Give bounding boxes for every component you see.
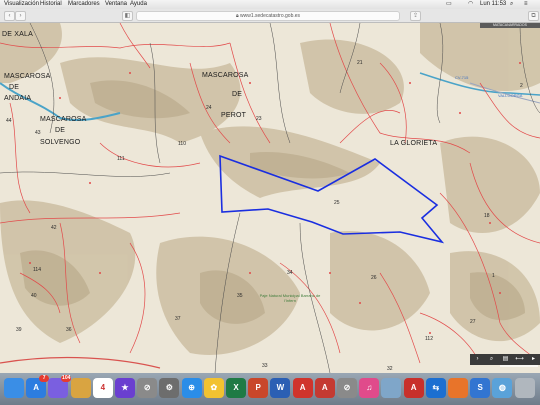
globe-icon[interactable]: ◍ <box>492 378 513 398</box>
place-label: ANDAIA <box>4 95 32 102</box>
forward-button[interactable]: › <box>15 11 26 21</box>
address-bar[interactable]: 🔒︎ www1.sedecatastro.gob.es <box>136 11 400 21</box>
protected-area-label: Paje Natural Municipal Barranc de l'Infe… <box>259 293 321 303</box>
back-button[interactable]: ‹ <box>4 11 15 21</box>
parcel-number: 114 <box>33 267 41 273</box>
excel-icon[interactable]: X <box>226 378 246 398</box>
menu-list-icon[interactable]: ≡ <box>524 0 528 9</box>
dock: A 7 104 4 ★ ⊘ ⚙ ⊕ ✿ X P W A A ⊘ ♫ A ⇆ S ◍ <box>0 373 540 405</box>
place-label: LA GLORIETA <box>390 140 438 147</box>
photos-like-icon[interactable]: 104 <box>48 375 72 398</box>
menu-historial[interactable]: Historial <box>40 0 62 9</box>
photos-icon[interactable]: ✿ <box>203 378 224 398</box>
url-text: www1.sedecatastro.gob.es <box>240 13 301 19</box>
parcel-number: 26 <box>371 275 377 281</box>
blocked-2-icon[interactable]: ⊘ <box>337 378 357 398</box>
sidebar-icon[interactable]: ◧ <box>122 11 133 21</box>
parcel-number: 35 <box>237 293 243 299</box>
word-icon[interactable]: W <box>270 378 291 398</box>
more-icon[interactable]: ▸ <box>527 355 540 364</box>
trash-icon[interactable] <box>514 378 535 398</box>
measure-icon[interactable]: ⟷ <box>513 355 526 364</box>
calendar-icon[interactable]: 4 <box>92 378 113 398</box>
app-s-icon[interactable]: S <box>470 378 491 398</box>
parcel-number: 25 <box>334 200 340 206</box>
imovie-icon[interactable]: ★ <box>115 378 135 398</box>
search-icon[interactable]: ⌕ <box>510 0 513 9</box>
place-label: MASCAROSA <box>4 73 51 80</box>
parcel-number: 37 <box>175 316 181 322</box>
parcel-number: 40 <box>31 293 37 299</box>
zoom-search-icon[interactable]: ⌕ <box>485 355 498 364</box>
place-label: DE <box>9 84 20 91</box>
parcel-number: 33 <box>262 363 268 369</box>
browser-toolbar: ‹ › ◧ 🔒︎ www1.sedecatastro.gob.es ⇪ ⧉ <box>0 9 540 23</box>
place-label: DE XALA <box>2 31 33 38</box>
safari-icon[interactable]: ⊕ <box>181 378 202 398</box>
battery-icon[interactable]: ▭ <box>446 0 452 9</box>
parcel-number: 39 <box>16 327 22 333</box>
wifi-icon[interactable]: ◠ <box>468 0 473 9</box>
firefox-icon[interactable] <box>448 378 468 398</box>
acrobat-icon[interactable]: A <box>292 378 313 398</box>
menu-bar: Visualización Historial Marcadores Venta… <box>0 0 540 9</box>
parcel-number: 43 <box>35 130 41 136</box>
notification-badge: 104 <box>61 375 72 382</box>
parcel-number: 21 <box>357 60 363 66</box>
place-label: SOLVENGO <box>40 139 81 146</box>
clock[interactable]: Lun 11:53 <box>480 0 506 9</box>
parcel-number: 2 <box>520 83 523 89</box>
app-store-icon[interactable]: A7 <box>26 375 50 398</box>
parcel-number: 44 <box>6 118 12 124</box>
preview-icon[interactable] <box>381 378 402 398</box>
parcel-number: 18 <box>484 213 490 219</box>
powerpoint-icon[interactable]: P <box>248 378 269 398</box>
parcel-number: 1 <box>492 273 495 279</box>
menu-ventana[interactable]: Ventana <box>105 0 127 9</box>
place-label: MASCAROSA <box>40 116 87 123</box>
parcel-number: 36 <box>66 327 72 333</box>
settings-icon[interactable]: ⚙ <box>159 378 180 398</box>
lock-icon: 🔒︎ <box>235 13 239 19</box>
notes-icon[interactable] <box>70 378 91 398</box>
menu-marcadores[interactable]: Marcadores <box>68 0 100 9</box>
menu-ayuda[interactable]: Ayuda <box>130 0 147 9</box>
parcel-number: 27 <box>470 319 476 325</box>
finder-icon[interactable] <box>4 378 24 398</box>
place-label: DE <box>232 91 243 98</box>
map-toolbar: › ⌕ ▤ ⟷ ▸ <box>470 354 540 365</box>
share-icon[interactable]: ⇪ <box>410 11 421 21</box>
parcel-number: 111 <box>117 156 125 162</box>
acrobat-3-icon[interactable]: A <box>403 378 424 398</box>
road-label: CV-715 <box>455 75 469 80</box>
layers-icon[interactable]: ▤ <box>499 355 512 364</box>
teamviewer-icon[interactable]: ⇆ <box>425 378 446 398</box>
menu-visualizacion[interactable]: Visualización <box>4 0 39 9</box>
parcel-number: 23 <box>256 116 262 122</box>
place-label: DE <box>55 127 66 134</box>
nav-arrow-icon[interactable]: › <box>471 355 484 364</box>
place-label: MASCAROSA <box>202 72 249 79</box>
tabs-icon[interactable]: ⧉ <box>528 11 539 21</box>
parcel-number: 24 <box>206 105 212 111</box>
map-header-strip: MATACANARRADOS <box>480 23 540 28</box>
cadastral-map[interactable]: DE XALA MASCAROSA DE ANDAIA MASCAROSA DE… <box>0 23 540 373</box>
parcel-number: 42 <box>51 225 57 231</box>
parcel-number: 32 <box>387 366 393 372</box>
parcel-number: 34 <box>287 270 293 276</box>
acrobat-2-icon[interactable]: A <box>314 378 335 398</box>
place-label: PEROT <box>221 112 247 119</box>
parcel-number: 110 <box>178 141 186 147</box>
parcel-number: 112 <box>425 336 433 342</box>
road-label: VALLGORGA <box>498 93 523 98</box>
blocked-icon[interactable]: ⊘ <box>137 378 158 398</box>
itunes-icon[interactable]: ♫ <box>359 378 380 398</box>
